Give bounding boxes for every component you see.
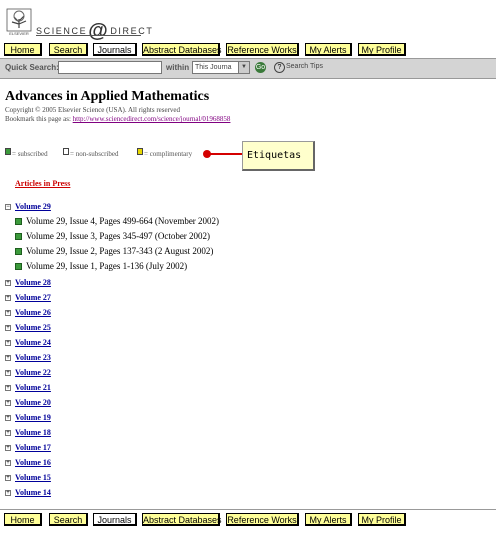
bookmark-label: Bookmark this page as:	[5, 115, 71, 123]
volume-link[interactable]: Volume 23	[15, 353, 51, 362]
footer-nav-journals-button[interactable]: Journals	[93, 513, 137, 526]
subscribed-issue-icon	[15, 248, 22, 255]
issue-link[interactable]: Volume 29, Issue 1, Pages 1-136 (July 20…	[26, 261, 187, 271]
nav-reference-works-button[interactable]: Reference Works	[226, 43, 299, 56]
nav-search-button[interactable]: Search	[49, 43, 88, 56]
articles-in-press-link[interactable]: Articles in Press	[15, 179, 70, 188]
volume-link[interactable]: Volume 14	[15, 488, 51, 497]
svg-text:ELSEVIER: ELSEVIER	[9, 31, 29, 36]
legend-complimentary: = complimentary	[144, 150, 193, 158]
non-subscribed-icon	[63, 148, 69, 155]
nav-home-button[interactable]: Home	[4, 43, 42, 56]
volume-link[interactable]: Volume 15	[15, 473, 51, 482]
top-nav: Home Search Journals Abstract Databases …	[0, 43, 496, 58]
volume-link[interactable]: Volume 19	[15, 413, 51, 422]
footer-nav-my-profile-button[interactable]: My Profile	[358, 513, 406, 526]
expand-volume-icon[interactable]: +	[5, 325, 11, 331]
expand-volume-icon[interactable]: +	[5, 460, 11, 466]
expand-volume-icon[interactable]: +	[5, 475, 11, 481]
callout-pointer-dot	[203, 150, 211, 158]
expand-volume-icon[interactable]: +	[5, 295, 11, 301]
callout-pointer-line	[206, 153, 244, 155]
volume-link[interactable]: Volume 25	[15, 323, 51, 332]
volume-29-link[interactable]: Volume 29	[15, 202, 51, 211]
chevron-down-icon: ▼	[238, 62, 249, 73]
quick-search-input[interactable]	[58, 61, 162, 74]
volume-link[interactable]: Volume 22	[15, 368, 51, 377]
sciencedirect-logo[interactable]: ELSEVIER SCIENCE@DIRECT	[6, 8, 152, 42]
volume-link[interactable]: Volume 16	[15, 458, 51, 467]
go-button-icon[interactable]: Go	[255, 62, 266, 73]
footer-nav-abstract-databases-button[interactable]: Abstract Databases	[142, 513, 222, 526]
volume-link[interactable]: Volume 17	[15, 443, 51, 452]
complimentary-icon	[137, 148, 143, 155]
expand-volume-icon[interactable]: +	[5, 490, 11, 496]
expand-volume-icon[interactable]: +	[5, 430, 11, 436]
footer-divider	[0, 509, 496, 510]
search-scope-value: This Journa	[195, 64, 232, 71]
expand-volume-icon[interactable]: +	[5, 310, 11, 316]
within-label: within	[166, 63, 190, 72]
expand-volume-icon[interactable]: +	[5, 400, 11, 406]
logo-underline	[36, 35, 141, 36]
expand-volume-icon[interactable]: +	[5, 280, 11, 286]
legend-subscribed: = subscribed	[12, 150, 48, 158]
footer-nav-search-button[interactable]: Search	[49, 513, 88, 526]
volume-link[interactable]: Volume 20	[15, 398, 51, 407]
volume-link[interactable]: Volume 18	[15, 428, 51, 437]
callout-label: Etiquetas	[242, 141, 315, 171]
subscribed-issue-icon	[15, 233, 22, 240]
quick-search-label: Quick Search:	[5, 63, 59, 72]
volume-link[interactable]: Volume 21	[15, 383, 51, 392]
subscribed-icon	[5, 148, 11, 155]
issue-link[interactable]: Volume 29, Issue 4, Pages 499-664 (Novem…	[26, 216, 219, 226]
expand-volume-icon[interactable]: +	[5, 340, 11, 346]
subscribed-issue-icon	[15, 263, 22, 270]
help-icon[interactable]: ?	[274, 62, 285, 73]
footer-nav-reference-works-button[interactable]: Reference Works	[226, 513, 299, 526]
volume-link[interactable]: Volume 28	[15, 278, 51, 287]
expand-volume-icon[interactable]: +	[5, 385, 11, 391]
nav-my-alerts-button[interactable]: My Alerts	[305, 43, 352, 56]
nav-my-profile-button[interactable]: My Profile	[358, 43, 406, 56]
legend-non-subscribed: = non-subscribed	[70, 150, 119, 158]
bookmark-url-link[interactable]: http://www.sciencedirect.com/science/jou…	[73, 115, 231, 123]
journal-title: Advances in Applied Mathematics	[5, 89, 210, 104]
nav-journals-button[interactable]: Journals	[93, 43, 137, 56]
footer-nav-home-button[interactable]: Home	[4, 513, 42, 526]
quick-search-bar: Quick Search: within This Journa ▼ Go ? S…	[0, 58, 496, 79]
search-scope-select[interactable]: This Journa ▼	[192, 61, 250, 74]
expand-volume-icon[interactable]: +	[5, 370, 11, 376]
volume-link[interactable]: Volume 26	[15, 308, 51, 317]
volume-link[interactable]: Volume 27	[15, 293, 51, 302]
expand-volume-icon[interactable]: +	[5, 415, 11, 421]
search-tips-link[interactable]: Search Tips	[286, 63, 323, 70]
issue-link[interactable]: Volume 29, Issue 3, Pages 345-497 (Octob…	[26, 231, 210, 241]
volume-link[interactable]: Volume 24	[15, 338, 51, 347]
expand-volume-icon[interactable]: +	[5, 355, 11, 361]
footer-nav-my-alerts-button[interactable]: My Alerts	[305, 513, 352, 526]
logo-wordmark: SCIENCE@DIRECT	[36, 17, 153, 42]
expand-volume-icon[interactable]: +	[5, 445, 11, 451]
elsevier-tree-icon: ELSEVIER	[6, 8, 32, 36]
issue-link[interactable]: Volume 29, Issue 2, Pages 137-343 (2 Aug…	[26, 246, 213, 256]
nav-abstract-databases-button[interactable]: Abstract Databases	[142, 43, 222, 56]
logo-at-sign: @	[88, 20, 110, 42]
bookmark-line: Bookmark this page as: http://www.scienc…	[5, 115, 230, 123]
collapse-volume-29-icon[interactable]: −	[5, 204, 11, 210]
copyright-text: Copyright © 2005 Elsevier Science (USA).…	[5, 106, 181, 114]
subscribed-issue-icon	[15, 218, 22, 225]
bottom-nav: Home Search Journals Abstract Databases …	[0, 513, 496, 528]
